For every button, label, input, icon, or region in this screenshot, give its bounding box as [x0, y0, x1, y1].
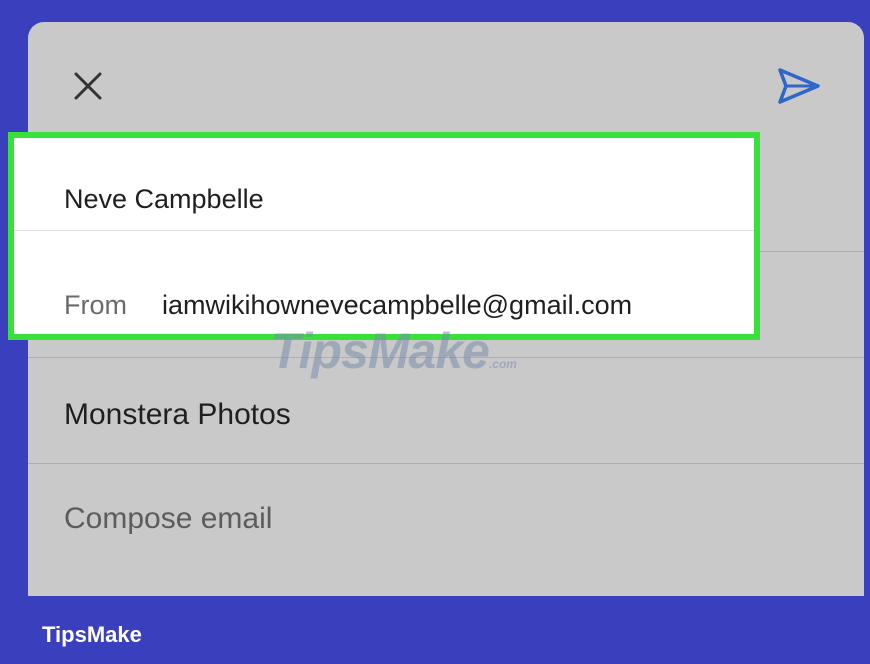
body-field[interactable]: Compose email	[64, 502, 272, 536]
to-field[interactable]: Neve Campbelle	[64, 184, 264, 215]
subject-field[interactable]: Monstera Photos	[64, 398, 291, 432]
body-row[interactable]: Compose email	[28, 464, 864, 596]
app-frame: Monstera Photos Compose email Neve Campb…	[0, 0, 870, 664]
footer-brand: TipsMake	[42, 622, 142, 647]
from-label: From	[64, 290, 127, 320]
close-button[interactable]	[70, 68, 106, 104]
close-icon	[74, 72, 102, 100]
send-icon	[778, 68, 820, 104]
from-field[interactable]: iamwikihownevecampbelle@gmail.com	[162, 290, 632, 321]
send-button[interactable]	[776, 66, 822, 106]
subject-row[interactable]: Monstera Photos	[28, 358, 864, 464]
divider	[14, 230, 754, 231]
